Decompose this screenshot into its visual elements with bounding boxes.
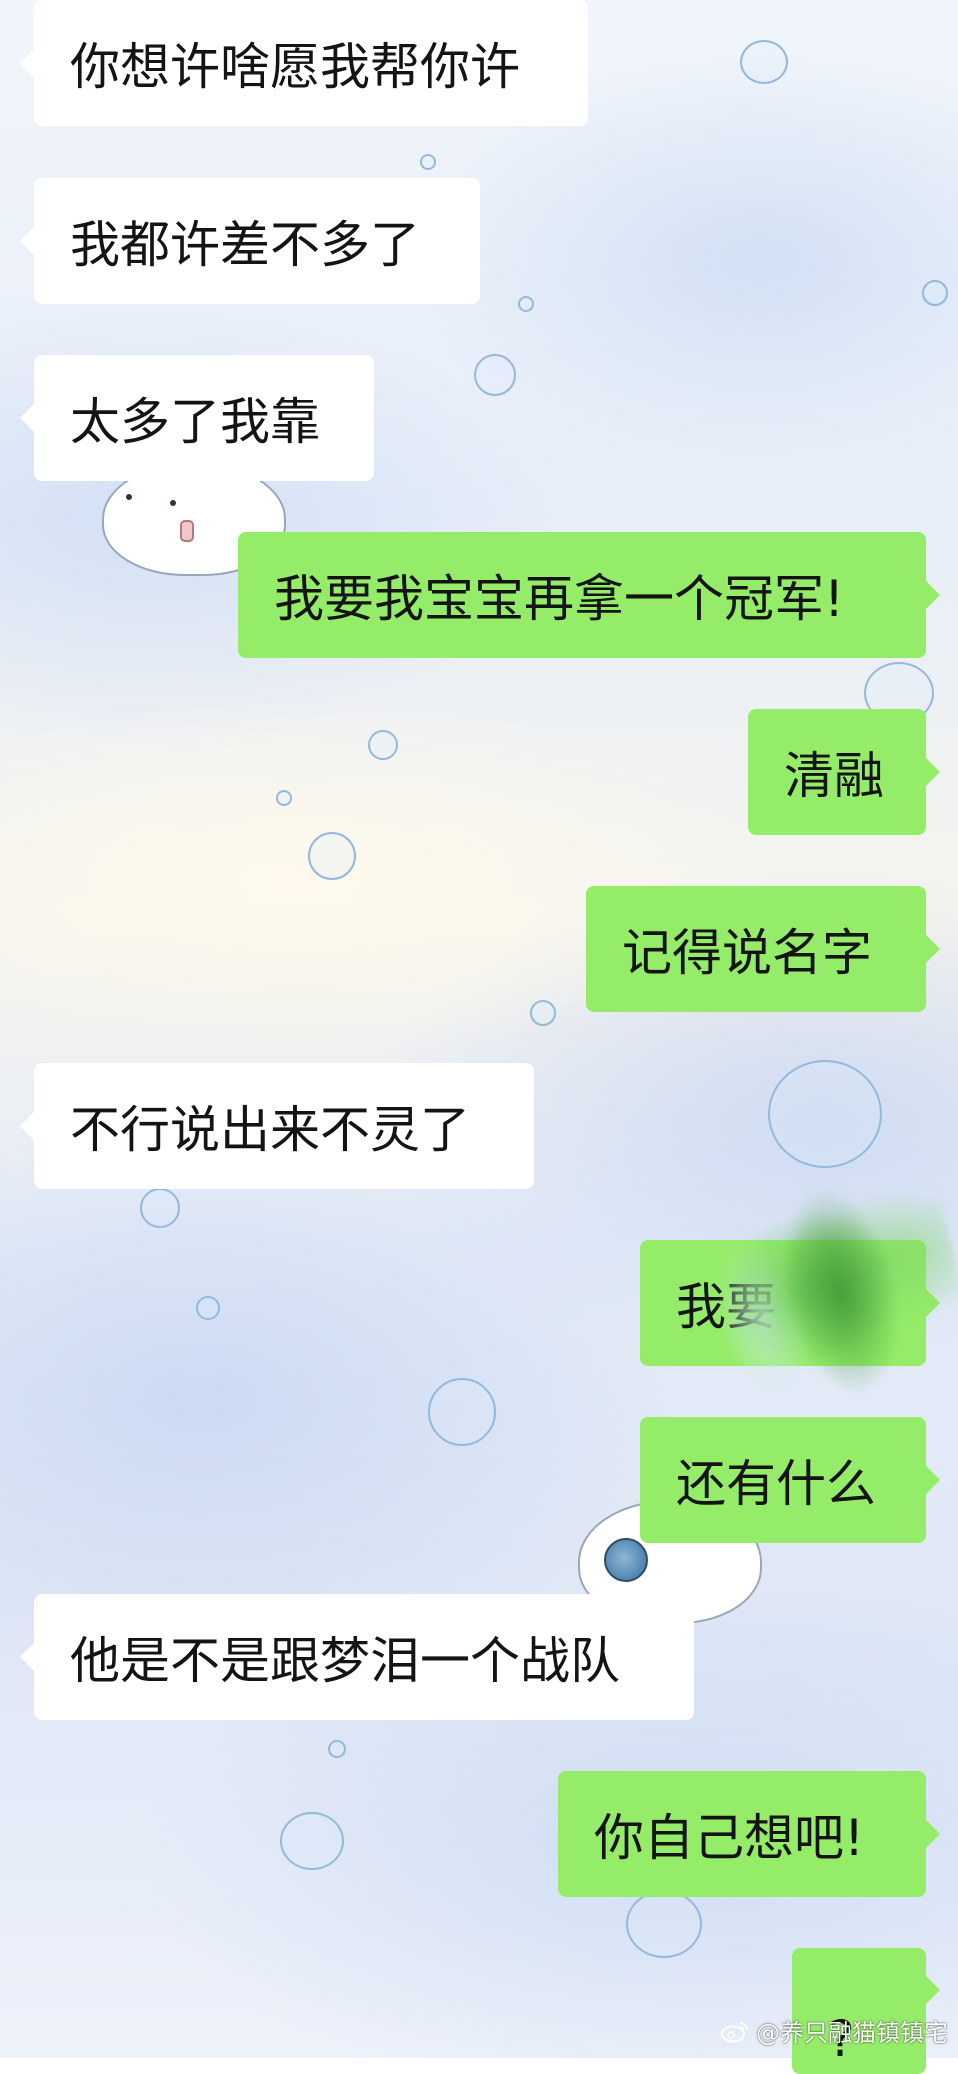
message-text: 我要我宝宝再拿一个冠军! [274,570,845,628]
bubble-decoration [626,1890,702,1958]
bubble-decoration [280,1812,344,1870]
creature-eye [126,494,132,500]
message-text: 不行说出来不灵了 [70,1101,470,1159]
creature-eye [170,500,176,506]
message-text: 清融 [784,747,884,805]
bubble-decoration [922,280,948,306]
chat-background [0,0,958,2058]
bubble-decoration [420,154,436,170]
message-text: 他是不是跟梦泪一个战队 [70,1632,620,1690]
message-text: 我都许差不多了 [70,216,420,274]
creature-mouth [180,520,194,542]
bubble-decoration [196,1296,220,1320]
bubble-decoration [276,790,292,806]
bubble-decoration [308,832,356,880]
incoming-message[interactable]: 不行说出来不灵了 [20,1063,534,1189]
watermark: @养只融猫镇镇宅 [720,2013,948,2048]
bubble-decoration [518,296,534,312]
outgoing-message[interactable]: 你自己想吧! [558,1771,940,1897]
message-text: 你自己想吧! [594,1809,865,1867]
message-text: 记得说名字 [622,924,872,982]
bubble-decoration [428,1378,496,1446]
incoming-message[interactable]: 你想许啥愿我帮你许 [20,0,588,126]
bubble-decoration [328,1740,346,1758]
bubble-decoration [740,40,788,84]
watermark-text: @养只融猫镇镇宅 [756,2019,948,2047]
bubble-decoration [368,730,398,760]
bubble-decoration [530,1000,556,1026]
outgoing-message[interactable]: 记得说名字 [586,886,940,1012]
bubble-decoration [474,354,516,396]
outgoing-message[interactable]: 我要我宝宝再拿一个冠军! [238,532,940,658]
creature-eye [604,1538,648,1582]
message-text: 还有什么 [676,1455,876,1513]
outgoing-message[interactable]: 还有什么 [640,1417,940,1543]
incoming-message[interactable]: 他是不是跟梦泪一个战队 [20,1594,694,1720]
message-text: 太多了我靠 [70,393,320,451]
weibo-icon [720,2019,750,2043]
outgoing-message[interactable]: 清融 [748,709,940,835]
outgoing-message[interactable]: ? [792,1948,940,2074]
incoming-message[interactable]: 太多了我靠 [20,355,374,481]
incoming-message[interactable]: 我都许差不多了 [20,178,480,304]
bubble-decoration [140,1188,180,1228]
bubble-decoration [768,1060,882,1168]
message-text: 你想许啥愿我帮你许 [70,38,520,96]
